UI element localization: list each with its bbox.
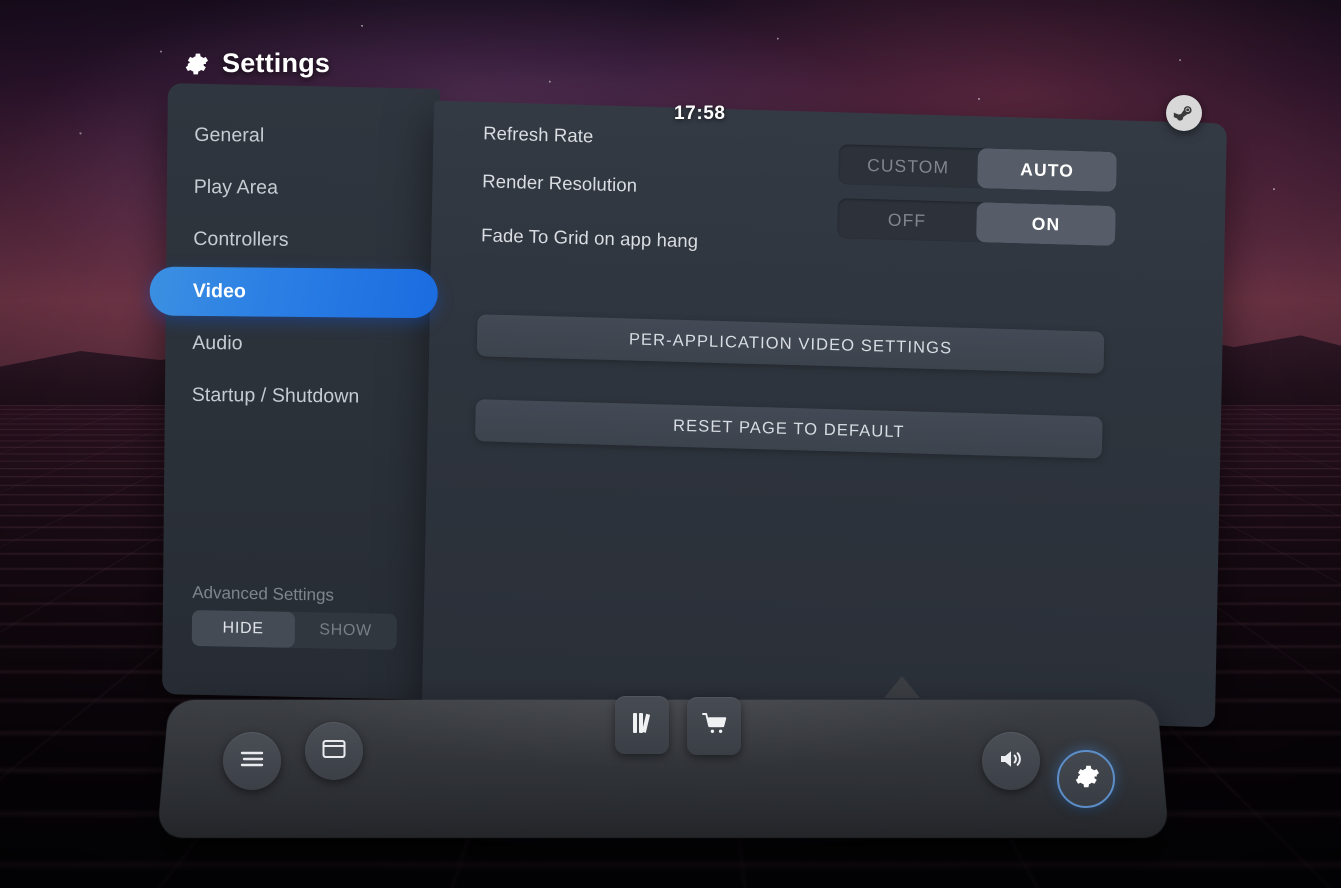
render-resolution-option-custom[interactable]: CUSTOM [838,144,978,188]
sidebar-item-general[interactable]: General [177,109,442,164]
vr-dashboard-screen: Settings 17:58 General Play Area Control… [0,0,1341,888]
sidebar-item-audio[interactable]: Audio [175,317,440,372]
menu-button[interactable] [223,732,281,790]
video-settings-content: Refresh Rate 72 Hz Render Resolution CUS… [439,111,1222,283]
sidebar-item-controllers[interactable]: Controllers [176,213,441,268]
sidebar-item-video[interactable]: Video [176,265,441,320]
gear-icon [183,51,209,77]
sidebar-item-label: Play Area [194,175,279,199]
fade-to-grid-option-on[interactable]: ON [976,202,1116,246]
fade-to-grid-option-off[interactable]: OFF [837,198,977,242]
sidebar-nav: General Play Area Controllers Video Audi… [175,109,443,424]
window-icon [321,738,347,765]
library-button[interactable] [615,696,669,754]
clock: 17:58 [674,103,726,125]
advanced-settings-toggle[interactable]: HIDE SHOW [192,610,397,650]
gear-icon [1073,763,1100,795]
shopping-cart-icon [701,711,728,741]
render-resolution-toggle[interactable]: CUSTOM AUTO [838,144,1117,192]
sidebar-item-label: General [194,123,264,147]
steam-logo-icon[interactable] [1166,95,1202,131]
sidebar-item-label: Controllers [193,227,289,251]
fade-to-grid-label: Fade To Grid on app hang [481,224,698,252]
refresh-rate-label: Refresh Rate [483,122,594,147]
hamburger-menu-icon [239,749,265,774]
fade-to-grid-toggle[interactable]: OFF ON [837,198,1116,246]
render-resolution-label: Render Resolution [482,170,637,196]
sidebar-item-label: Startup / Shutdown [192,383,360,408]
desktop-button[interactable] [305,722,363,780]
speaker-volume-icon [997,747,1025,776]
library-books-icon [630,710,654,741]
sidebar-item-startup-shutdown[interactable]: Startup / Shutdown [175,369,440,424]
advanced-settings-section: Advanced Settings HIDE SHOW [192,583,408,650]
sidebar-item-label: Audio [192,331,243,354]
advanced-settings-label: Advanced Settings [192,583,407,607]
sidebar-item-label: Video [193,279,246,303]
volume-button[interactable] [982,732,1040,790]
dashboard-pointer-notch [884,676,920,698]
store-button[interactable] [687,697,741,755]
render-resolution-option-auto[interactable]: AUTO [977,148,1117,192]
advanced-toggle-hide[interactable]: HIDE [192,610,295,648]
settings-button[interactable] [1057,750,1115,808]
sidebar-item-play-area[interactable]: Play Area [177,161,442,216]
page-title: Settings [222,48,330,79]
page-header: Settings [183,48,330,79]
advanced-toggle-show[interactable]: SHOW [294,612,397,650]
